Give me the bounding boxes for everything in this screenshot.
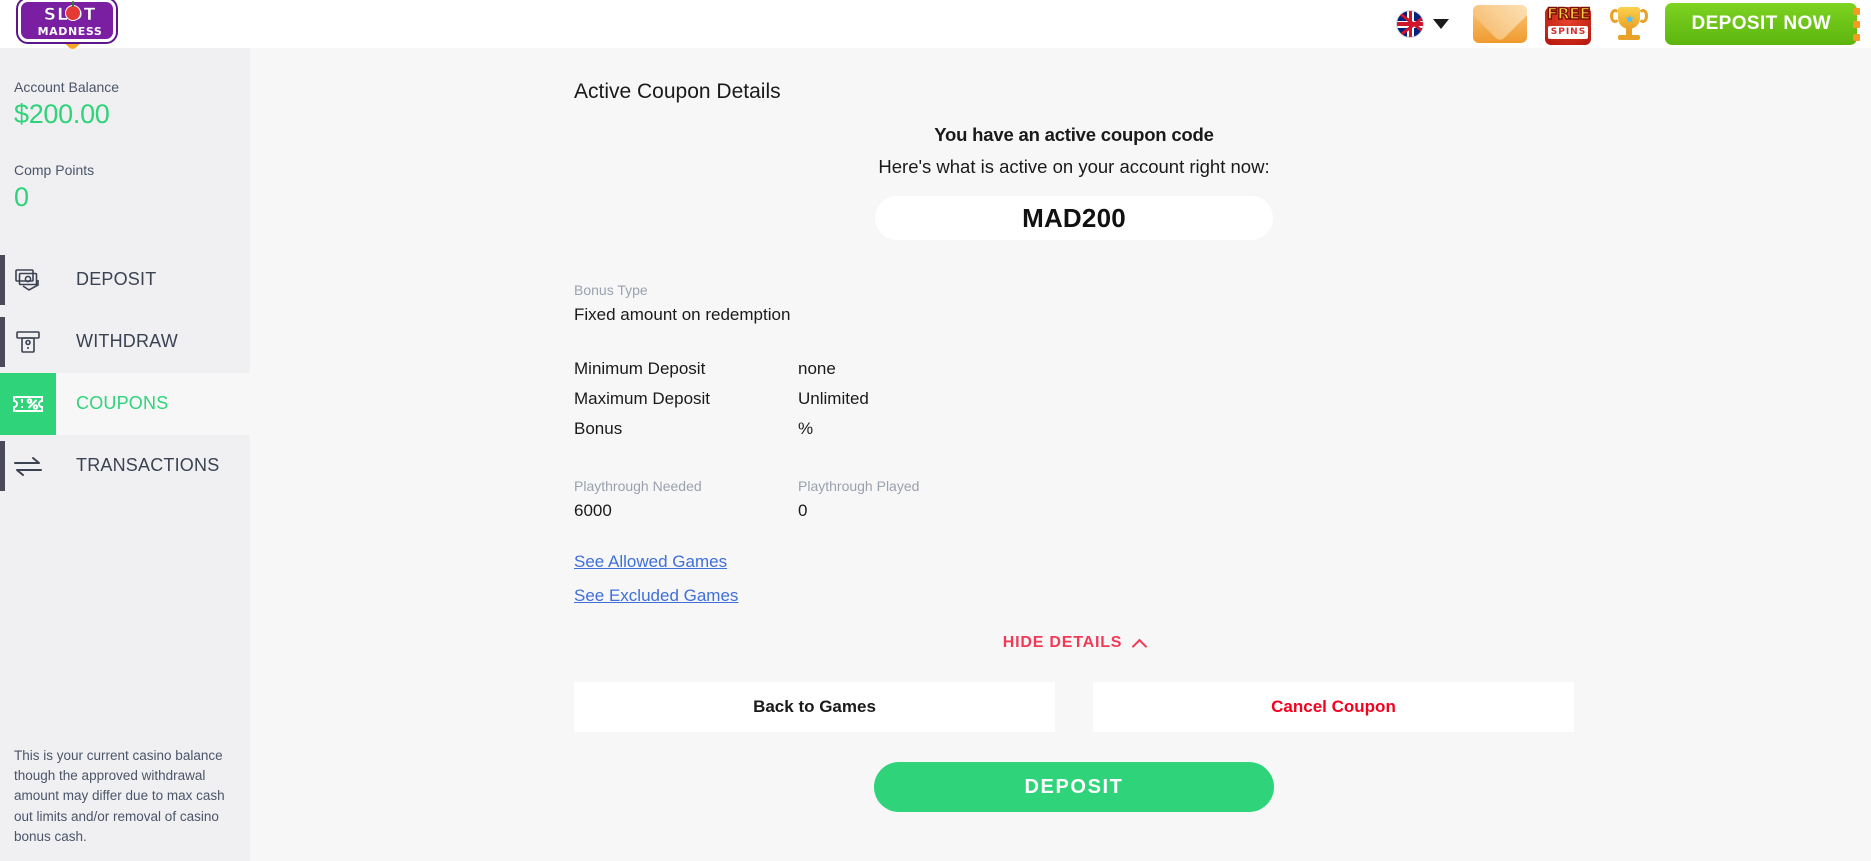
- main-content: Active Coupon Details You have an active…: [250, 48, 1871, 861]
- back-to-games-button[interactable]: Back to Games: [574, 682, 1055, 733]
- coupon-details: Bonus Type Fixed amount on redemption Mi…: [574, 280, 1574, 813]
- cancel-coupon-button[interactable]: Cancel Coupon: [1093, 682, 1574, 733]
- chevron-down-icon[interactable]: [1433, 19, 1450, 29]
- comp-points-label: Comp Points: [14, 162, 95, 179]
- sidebar-item-label-withdraw: WITHDRAW: [76, 331, 178, 352]
- see-excluded-games-link[interactable]: See Excluded Games: [574, 586, 738, 606]
- transfer-arrows-icon: [0, 435, 56, 497]
- hide-details-label: HIDE DETAILS: [1002, 634, 1123, 652]
- coupon-percent-icon: [0, 373, 56, 435]
- hide-details-toggle[interactable]: HIDE DETAILS: [574, 634, 1574, 655]
- bonus-type-label: Bonus Type: [574, 282, 648, 298]
- dot-3: [1853, 34, 1860, 41]
- table-row: Minimum Deposit none: [574, 354, 1574, 384]
- sidebar-item-label-transactions: TRANSACTIONS: [76, 455, 220, 476]
- coupon-panel: You have an active coupon code Here's wh…: [574, 124, 1574, 813]
- sidebar-item-label-coupons: COUPONS: [76, 393, 169, 414]
- top-header: SLOT MADNESS FREE SPINS ★: [0, 0, 1871, 52]
- language-selector[interactable]: [1386, 10, 1459, 38]
- chevron-up-icon: [1131, 638, 1148, 655]
- playthrough-played-label: Playthrough Played: [798, 478, 920, 495]
- dot-1: [1853, 8, 1860, 15]
- action-buttons-row: Back to Games Cancel Coupon: [574, 682, 1574, 733]
- page-title: Active Coupon Details: [574, 80, 781, 103]
- dot-2: [1853, 21, 1860, 28]
- playthrough-needed-value: 6000: [574, 501, 612, 521]
- bonus-type-value: Fixed amount on redemption: [574, 305, 791, 324]
- table-row: Maximum Deposit Unlimited: [574, 384, 1574, 414]
- comp-points-value: 0: [14, 181, 29, 212]
- vertical-dots-menu-icon[interactable]: [1853, 8, 1867, 41]
- header-actions: FREE SPINS ★ DEPOSIT NOW: [1386, 0, 1871, 48]
- sidebar-item-coupons[interactable]: COUPONS: [0, 372, 250, 435]
- playthrough-needed-label: Playthrough Needed: [574, 478, 702, 495]
- coupon-code-display: MAD200: [875, 196, 1273, 240]
- maximum-deposit-label: Maximum Deposit: [574, 389, 711, 409]
- account-balance-block: Account Balance $200.00: [0, 48, 250, 131]
- page-root: SLOT MADNESS FREE SPINS ★: [0, 0, 1871, 861]
- sidebar-item-withdraw[interactable]: WITHDRAW: [0, 311, 250, 373]
- account-balance-label: Account Balance: [14, 79, 120, 95]
- playthrough-needed-col: Playthrough Needed 6000: [574, 476, 798, 524]
- cherry-icon: [65, 1, 81, 21]
- balance-disclaimer: This is your current casino balance thou…: [14, 747, 225, 844]
- minimum-deposit-value: none: [798, 359, 836, 379]
- bonus-value: %: [798, 419, 814, 439]
- sidebar-item-transactions[interactable]: TRANSACTIONS: [0, 435, 250, 497]
- game-links: See Allowed Games See Excluded Games: [574, 552, 1574, 606]
- free-spins-bottom-text: SPINS: [1548, 26, 1589, 39]
- deposit-now-button[interactable]: DEPOSIT NOW: [1665, 3, 1857, 45]
- trophy-base: [1618, 35, 1641, 40]
- banknote-hand-icon: [0, 249, 56, 311]
- comp-points-block: Comp Points 0: [0, 131, 250, 214]
- trophy-star-icon: ★: [1624, 12, 1636, 26]
- see-allowed-games-link[interactable]: See Allowed Games: [574, 552, 727, 572]
- trophy-icon[interactable]: ★: [1605, 3, 1653, 45]
- active-coupon-subheading: Here's what is active on your account ri…: [878, 156, 1270, 177]
- active-coupon-heading: You have an active coupon code: [934, 124, 1214, 145]
- table-row: Bonus %: [574, 414, 1574, 444]
- free-spins-top-text: FREE: [1546, 4, 1591, 23]
- coupon-terms-table: Minimum Deposit none Maximum Deposit Unl…: [574, 354, 1574, 444]
- maximum-deposit-value: Unlimited: [798, 389, 869, 409]
- deposit-button[interactable]: DEPOSIT: [874, 762, 1274, 813]
- envelope-icon[interactable]: [1473, 5, 1528, 43]
- sidebar-item-deposit[interactable]: DEPOSIT: [0, 249, 250, 311]
- bonus-label: Bonus: [574, 419, 623, 439]
- uk-flag-icon: [1396, 10, 1425, 38]
- account-balance-value: $200.00: [14, 98, 110, 129]
- sidebar: Account Balance $200.00 Comp Points 0 DE…: [0, 48, 250, 861]
- sidebar-item-label-deposit: DEPOSIT: [76, 269, 157, 290]
- playthrough-played-value: 0: [798, 501, 808, 521]
- minimum-deposit-label: Minimum Deposit: [574, 359, 706, 379]
- playthrough-played-col: Playthrough Played 0: [798, 476, 1022, 524]
- playthrough-section: Playthrough Needed 6000 Playthrough Play…: [574, 476, 1574, 524]
- logo-plate: SLOT MADNESS: [18, 0, 116, 42]
- logo-badge: SLOT MADNESS: [14, 0, 120, 52]
- site-logo[interactable]: SLOT MADNESS: [14, 0, 120, 52]
- sidebar-nav: DEPOSIT WITHDRAW COUPONS TRANSACTIONS: [0, 249, 250, 497]
- atm-machine-icon: [0, 311, 56, 373]
- logo-bottom-text: MADNESS: [37, 25, 103, 38]
- free-spins-badge[interactable]: FREE SPINS: [1541, 3, 1595, 45]
